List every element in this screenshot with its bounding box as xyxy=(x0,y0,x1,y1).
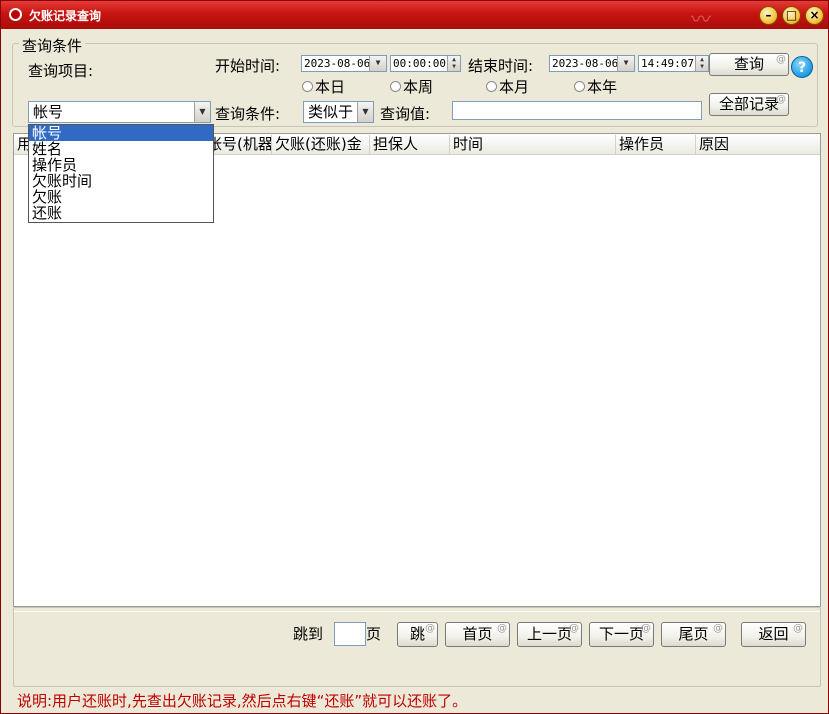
client-area: 查询条件 查询项目: 开始时间: 2023-08-06 ▼ 00:00:00 ▲… xyxy=(5,29,824,711)
help-icon[interactable]: ? xyxy=(791,56,813,78)
start-date-value: 2023-08-06 xyxy=(304,57,371,70)
next-page-button[interactable]: 下一页 @ xyxy=(589,622,654,647)
query-button[interactable]: 查询 @ xyxy=(709,53,789,76)
start-date-picker[interactable]: 2023-08-06 ▼ xyxy=(301,55,387,72)
column-header-reason[interactable]: 原因 xyxy=(696,135,820,154)
field-label: 查询项目: xyxy=(28,62,94,80)
title-bar[interactable]: 欠账记录查询 〰 – □ × xyxy=(1,1,828,31)
swirl-ornament-icon: @ xyxy=(569,623,579,634)
start-time-input[interactable]: 00:00:00 ▲ ▼ xyxy=(390,55,461,72)
radio-circle-icon xyxy=(574,81,585,92)
end-date-value: 2023-08-06 xyxy=(552,57,619,70)
maximize-button[interactable]: □ xyxy=(782,6,801,25)
back-button-label: 返回 xyxy=(758,625,789,643)
close-button[interactable]: × xyxy=(805,6,824,25)
column-header-amount[interactable]: 欠账(还账)金 xyxy=(272,135,370,154)
dropdown-option-repay[interactable]: 还账 xyxy=(29,205,213,221)
status-hint: 说明:用户还账时,先查出欠账记录,然后点右键“还账”就可以还账了。 xyxy=(17,692,468,710)
chevron-down-icon[interactable]: ▼ xyxy=(617,56,634,71)
prev-page-button[interactable]: 上一页 @ xyxy=(517,622,582,647)
page-unit-label: 页 xyxy=(366,625,382,643)
window-title: 欠账记录查询 xyxy=(29,9,102,23)
query-value-input[interactable] xyxy=(452,101,702,120)
dropdown-option-account[interactable]: 帐号 xyxy=(29,125,213,141)
chevron-down-icon[interactable]: ▼ xyxy=(357,102,373,122)
swirl-ornament-icon: @ xyxy=(713,623,723,634)
first-page-button[interactable]: 首页 @ xyxy=(445,622,510,647)
swirl-ornament-icon: @ xyxy=(793,623,803,634)
first-page-label: 首页 xyxy=(462,625,493,643)
dropdown-option-name[interactable]: 姓名 xyxy=(29,141,213,157)
field-select[interactable]: 帐号 ▼ xyxy=(28,101,211,123)
jump-button[interactable]: 跳 @ xyxy=(397,622,438,647)
dropdown-option-debt-time[interactable]: 欠账时间 xyxy=(29,173,213,189)
condition-select[interactable]: 类似于 ▼ xyxy=(303,101,374,123)
radio-today-label: 本日 xyxy=(315,78,346,96)
end-time-label: 结束时间: xyxy=(468,57,534,75)
field-select-value: 帐号 xyxy=(33,103,64,121)
swirl-ornament-icon: @ xyxy=(425,623,435,634)
spin-arrows-icon[interactable]: ▲ ▼ xyxy=(695,56,708,71)
chevron-down-icon[interactable]: ▼ xyxy=(194,102,210,122)
pager-panel: 跳到 页 跳 @ 首页 @ 上一页 @ 下一页 @ 尾页 @ 返回 @ xyxy=(13,607,821,687)
radio-year-label: 本年 xyxy=(587,78,618,96)
cloud-ornament-icon: 〰 xyxy=(691,7,711,31)
swirl-ornament-icon: @ xyxy=(641,623,651,634)
radio-this-week[interactable]: 本周 xyxy=(390,76,433,97)
radio-circle-icon xyxy=(390,81,401,92)
minimize-button[interactable]: – xyxy=(759,6,778,25)
jump-to-label: 跳到 xyxy=(293,625,324,643)
last-page-button[interactable]: 尾页 @ xyxy=(661,622,726,647)
swirl-ornament-icon: @ xyxy=(776,94,786,105)
prev-page-label: 上一页 xyxy=(526,625,572,643)
page-number-input[interactable] xyxy=(334,622,366,646)
app-icon xyxy=(9,8,22,21)
radio-this-year[interactable]: 本年 xyxy=(574,76,617,97)
column-header-time[interactable]: 时间 xyxy=(450,135,616,154)
query-button-label: 查询 xyxy=(733,55,764,73)
dropdown-option-operator[interactable]: 操作员 xyxy=(29,157,213,173)
radio-month-label: 本月 xyxy=(499,78,530,96)
start-time-label: 开始时间: xyxy=(215,57,281,75)
start-time-value: 00:00:00 xyxy=(393,57,446,70)
radio-this-month[interactable]: 本月 xyxy=(486,76,529,97)
column-header-operator[interactable]: 操作员 xyxy=(616,135,696,154)
chevron-down-icon[interactable]: ▼ xyxy=(369,56,386,71)
radio-circle-icon xyxy=(486,81,497,92)
radio-today[interactable]: 本日 xyxy=(302,76,345,97)
radio-circle-icon xyxy=(302,81,313,92)
condition-select-value: 类似于 xyxy=(308,103,354,121)
end-time-value: 14:49:07 xyxy=(641,57,694,70)
condition-label: 查询条件: xyxy=(215,105,281,123)
last-page-label: 尾页 xyxy=(678,625,709,643)
all-records-label: 全部记录 xyxy=(718,95,779,113)
filter-group-title: 查询条件 xyxy=(19,35,86,56)
end-time-input[interactable]: 14:49:07 ▲ ▼ xyxy=(638,55,709,72)
next-page-label: 下一页 xyxy=(598,625,644,643)
radio-week-label: 本周 xyxy=(403,78,434,96)
field-dropdown-list[interactable]: 帐号 姓名 操作员 欠账时间 欠账 还账 xyxy=(28,124,214,223)
back-button[interactable]: 返回 @ xyxy=(741,622,806,647)
spin-arrows-icon[interactable]: ▲ ▼ xyxy=(447,56,460,71)
pager-divider xyxy=(14,611,820,612)
app-window: 欠账记录查询 〰 – □ × 查询条件 查询项目: 开始时间: 2023-08-… xyxy=(0,0,829,714)
swirl-ornament-icon: @ xyxy=(497,623,507,634)
column-header-guarantor[interactable]: 担保人 xyxy=(370,135,450,154)
end-date-picker[interactable]: 2023-08-06 ▼ xyxy=(549,55,635,72)
all-records-button[interactable]: 全部记录 @ xyxy=(709,93,789,116)
swirl-ornament-icon: @ xyxy=(776,54,786,65)
column-header-account[interactable]: 帐号(机器 xyxy=(204,135,272,154)
dropdown-option-debt[interactable]: 欠账 xyxy=(29,189,213,205)
value-label: 查询值: xyxy=(380,105,431,123)
jump-button-label: 跳 xyxy=(409,625,425,643)
